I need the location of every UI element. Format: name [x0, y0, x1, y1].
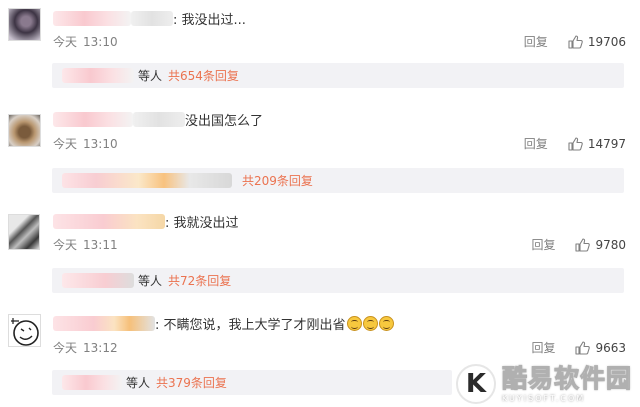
avatar[interactable] — [8, 8, 41, 41]
thumbs-up-icon — [568, 34, 583, 49]
like-button[interactable]: 14797 — [568, 137, 626, 151]
username-redacted[interactable] — [53, 213, 165, 229]
username-redacted[interactable] — [62, 375, 122, 390]
watermark-domain: KUYISOFT.COM — [501, 394, 586, 403]
thumbs-up-icon — [575, 237, 591, 252]
username-redacted[interactable] — [53, 111, 133, 127]
comment-text: : 我没出过... — [173, 12, 246, 28]
username-redacted[interactable] — [133, 111, 185, 127]
comment-time: 今天 13:11 — [53, 237, 118, 253]
avatar[interactable] — [8, 114, 41, 147]
comment-time: 今天 13:10 — [53, 136, 118, 152]
comment-line: : 不瞒您说，我上大学了才刚出省 — [53, 314, 394, 333]
like-button[interactable]: 9663 — [575, 341, 626, 355]
avatar[interactable] — [8, 314, 41, 347]
comment-line: : 我没出过... — [53, 9, 246, 28]
comment-actions: 回复 9780 — [531, 236, 626, 253]
comment-text: 没出国怎么了 — [185, 113, 264, 129]
username-redacted[interactable] — [62, 68, 134, 83]
watermark-text: 酷易软件园 KUYISOFT.COM — [501, 364, 632, 403]
reply-button[interactable]: 回复 — [524, 33, 548, 50]
reply-button[interactable]: 回复 — [531, 236, 555, 253]
comment-line: 没出国怎么了 — [53, 110, 264, 129]
comment-text: : 我就没出过 — [165, 215, 239, 231]
username-redacted[interactable] — [53, 315, 155, 331]
comment-actions: 回复 9663 — [531, 339, 626, 356]
thumbs-up-icon — [568, 136, 583, 151]
reply-button[interactable]: 回复 — [524, 135, 548, 152]
thumbs-up-icon — [575, 340, 591, 355]
watermark-logo: K — [455, 364, 496, 404]
like-count: 9663 — [595, 340, 626, 355]
watermark-name: 酷易软件园 — [501, 364, 632, 393]
like-count: 14797 — [587, 136, 626, 151]
comment-time: 今天 13:10 — [53, 34, 118, 50]
avatar[interactable] — [8, 214, 40, 250]
comment-text: : 不瞒您说，我上大学了才刚出省 — [155, 317, 346, 333]
like-button[interactable]: 19706 — [568, 35, 626, 49]
username-redacted[interactable] — [53, 10, 131, 26]
username-redacted[interactable] — [62, 173, 232, 188]
comment-actions: 回复 14797 — [524, 135, 626, 152]
username-redacted[interactable] — [131, 10, 173, 26]
sub-replies-box: 等人 共654条回复 — [52, 63, 624, 88]
reply-button[interactable]: 回复 — [531, 339, 555, 356]
username-redacted[interactable] — [62, 273, 134, 288]
comment-actions: 回复 19706 — [524, 33, 626, 50]
sub-replies-box: 等人 共379条回复 — [52, 370, 452, 395]
smile-emoji-icon — [362, 315, 378, 331]
comment-item: : 我没出过... 今天 13:10 回复 19706 等人 共654条回复 — [0, 0, 640, 100]
sub-reply-count-link[interactable]: 共72条回复 — [168, 272, 231, 289]
comment-time: 今天 13:12 — [53, 340, 118, 356]
sub-reply-count-link[interactable]: 共379条回复 — [156, 374, 227, 391]
sub-replies-box: 等人 共72条回复 — [52, 268, 624, 293]
sub-replies-box: 共209条回复 — [52, 168, 624, 193]
sub-reply-count-link[interactable]: 共654条回复 — [168, 67, 239, 84]
comment-item: : 我就没出过 今天 13:11 回复 9780 等人 共72条回复 — [0, 200, 640, 300]
smile-emoji-icon — [346, 315, 362, 331]
comment-line: : 我就没出过 — [53, 212, 239, 231]
cartoon-face-icon — [11, 318, 39, 346]
sub-reply-count-link[interactable]: 共209条回复 — [242, 172, 313, 189]
site-watermark: K 酷易软件园 KUYISOFT.COM — [455, 364, 632, 404]
like-button[interactable]: 9780 — [575, 238, 626, 252]
smile-emoji-icon — [378, 315, 394, 331]
like-count: 19706 — [587, 34, 626, 49]
like-count: 9780 — [595, 237, 626, 252]
comment-item: 没出国怎么了 今天 13:10 回复 14797 共209条回复 — [0, 100, 640, 200]
